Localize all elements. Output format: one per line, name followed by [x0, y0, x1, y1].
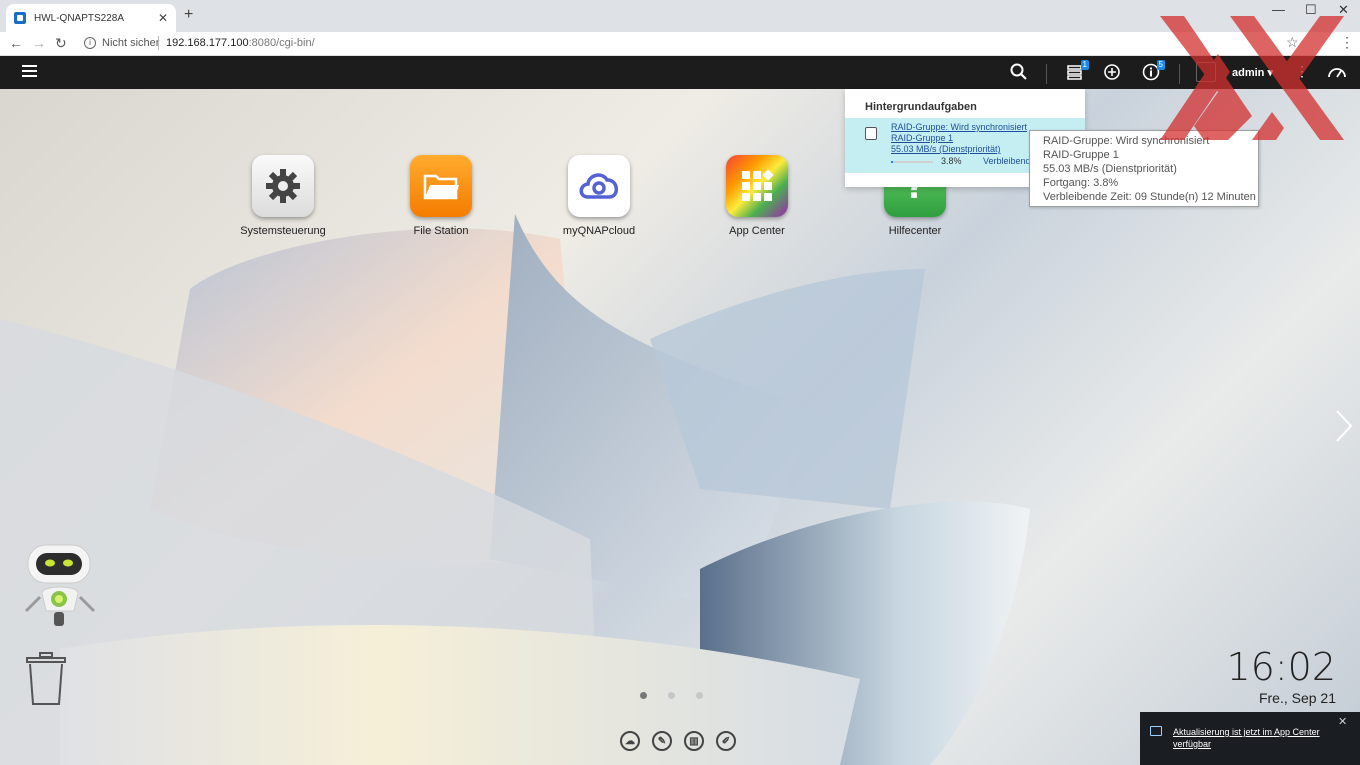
columns-dock-icon[interactable]: ▥ [684, 731, 704, 751]
more-options-icon[interactable]: ⋮ [1295, 63, 1309, 80]
app-myqnapcloud[interactable]: myQNAPcloud [544, 155, 654, 237]
task-percent: 3.8% [941, 156, 962, 166]
page-dot[interactable] [668, 692, 675, 699]
myqnapcloud-dock-icon[interactable]: ☁ [620, 731, 640, 751]
tools-dock-icon[interactable]: ✎ [652, 731, 672, 751]
url-path: :8080/cgi-bin/ [248, 37, 315, 49]
notes-dock-icon[interactable]: ✐ [716, 731, 736, 751]
maximize-icon[interactable]: ☐ [1305, 2, 1317, 18]
page-dot[interactable] [696, 692, 703, 699]
cloud-icon [568, 155, 630, 217]
grid-icon [726, 155, 788, 217]
new-tab-button[interactable]: + [184, 6, 193, 24]
app-label: Systemsteuerung [240, 225, 326, 237]
tooltip-line: Verbleibende Zeit: 09 Stunde(n) 12 Minut… [1043, 191, 1256, 203]
notification-info-icon[interactable]: 5 [1141, 60, 1165, 82]
address-bar: ← → ↻ i Nicht sicher 192.168.177.100:808… [0, 32, 1360, 56]
gear-icon [252, 155, 314, 217]
app-file-station[interactable]: File Station [386, 155, 496, 237]
update-notification[interactable]: Aktualisierung ist jetzt im App Center v… [1140, 712, 1360, 765]
window-close-icon[interactable]: ✕ [1338, 2, 1349, 18]
bookmark-star-icon[interactable]: ☆ [1286, 34, 1299, 51]
topbar-separator [1179, 64, 1180, 84]
dashboard-gauge-icon[interactable] [1326, 62, 1346, 82]
main-menu-icon[interactable] [22, 65, 37, 77]
info-icon[interactable]: i [84, 37, 96, 49]
folder-icon [410, 155, 472, 217]
notification-close-icon[interactable]: ✕ [1338, 715, 1347, 728]
tooltip-line: RAID-Gruppe: Wird synchronisiert [1043, 135, 1210, 147]
trash-icon[interactable] [26, 652, 66, 706]
app-label: myQNAPcloud [562, 225, 636, 237]
background-tasks-icon[interactable]: 1 [1065, 60, 1089, 82]
notifications-badge: 5 [1156, 60, 1165, 70]
browser-menu-icon[interactable]: ⋮ [1340, 34, 1354, 51]
task-remaining: Verbleibende [983, 156, 1036, 166]
address-separator [158, 36, 159, 50]
background-tasks-badge: 1 [1080, 60, 1089, 70]
task-progress-bar [891, 161, 933, 163]
app-label: File Station [413, 225, 469, 237]
tab-close-icon[interactable]: ✕ [158, 11, 168, 25]
task-progress-fill [891, 161, 893, 163]
topbar-separator [1046, 64, 1047, 84]
message-icon [1150, 726, 1162, 736]
tooltip-line: RAID-Gruppe 1 [1043, 149, 1119, 161]
clock-time: 16:02 [1226, 645, 1336, 689]
app-label: App Center [729, 225, 785, 237]
task-speed[interactable]: 55.03 MB/s (Dienstpriorität) [891, 144, 1001, 154]
app-label: Hilfecenter [888, 225, 942, 237]
desktop-page-indicator [640, 692, 703, 699]
tooltip-line: Fortgang: 3.8% [1043, 177, 1119, 189]
user-menu[interactable]: admin ▾ [1232, 66, 1273, 79]
task-tooltip: RAID-Gruppe: Wird synchronisiert RAID-Gr… [1029, 130, 1259, 207]
notification-text[interactable]: Aktualisierung ist jetzt im App Center v… [1173, 726, 1343, 750]
panel-title: Hintergrundaufgaben [865, 101, 977, 113]
back-arrow-icon[interactable]: ← [9, 35, 23, 51]
task-title[interactable]: RAID-Gruppe: Wird synchronisiert [891, 122, 1027, 132]
chevron-right-icon[interactable] [1334, 409, 1354, 443]
reload-icon[interactable]: ↻ [55, 35, 67, 52]
qts-top-bar: 1 5 admin ▾ ⋮ [0, 56, 1360, 89]
app-app-center[interactable]: App Center [702, 155, 812, 237]
forward-arrow-icon[interactable]: → [32, 35, 46, 51]
bottom-dock: ☁ ✎ ▥ ✐ [620, 731, 736, 751]
clock-date: Fre., Sep 21 [1258, 690, 1336, 706]
browser-tab[interactable]: HWL-QNAPTS228A ✕ [6, 4, 176, 32]
desktop-clock: 16:02 Fre., Sep 21 [1226, 646, 1336, 706]
app-systemsteuerung[interactable]: Systemsteuerung [228, 155, 338, 237]
search-icon[interactable] [1009, 62, 1029, 82]
qboost-robot-icon[interactable] [22, 541, 98, 631]
url-field[interactable]: 192.168.177.100:8080/cgi-bin/ [166, 37, 315, 49]
user-avatar-icon[interactable] [1196, 62, 1216, 82]
browser-tab-bar: HWL-QNAPTS228A ✕ + — ☐ ✕ [0, 0, 1360, 32]
page-dot[interactable] [640, 692, 647, 699]
task-group[interactable]: RAID-Gruppe 1 [891, 133, 953, 143]
external-device-icon[interactable] [1102, 62, 1122, 82]
url-host: 192.168.177.100 [166, 37, 249, 49]
minimize-icon[interactable]: — [1272, 2, 1285, 17]
insecure-label[interactable]: Nicht sicher [102, 37, 159, 49]
disk-icon [865, 127, 877, 140]
tab-title: HWL-QNAPTS228A [34, 12, 125, 24]
qnap-favicon-icon [14, 12, 26, 24]
tooltip-line: 55.03 MB/s (Dienstpriorität) [1043, 163, 1177, 175]
